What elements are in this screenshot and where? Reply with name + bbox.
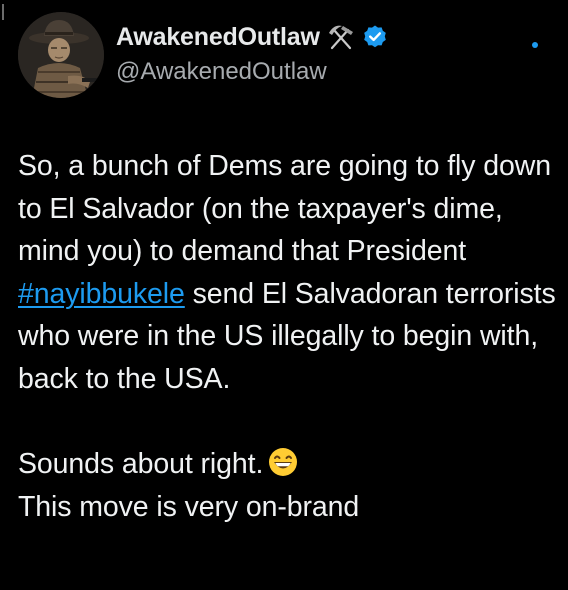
name-row: AwakenedOutlaw — [116, 22, 388, 52]
tweet-text: So, a bunch of Dems are going to fly dow… — [18, 145, 558, 528]
display-name[interactable]: AwakenedOutlaw — [116, 23, 320, 52]
line-two-text: Sounds about right. — [18, 448, 264, 481]
tweet-paragraph-main: So, a bunch of Dems are going to fly dow… — [18, 145, 558, 401]
hammer-and-pick-icon — [326, 22, 356, 52]
grinning-face-emoji — [267, 446, 299, 478]
avatar[interactable] — [18, 12, 104, 98]
handle[interactable]: @AwakenedOutlaw — [116, 58, 327, 86]
more-options-dot[interactable] — [532, 42, 538, 48]
tweet-line-three: This move is very on-brand — [18, 490, 360, 523]
verified-badge-icon[interactable] — [362, 24, 388, 50]
hashtag-link[interactable]: #nayibbukele — [18, 278, 185, 310]
tweet-line-two: Sounds about right. — [18, 443, 558, 486]
tweet-header: AwakenedOutlaw @AwakenedOutlaw — [18, 12, 556, 102]
cowboy-portrait-avatar — [18, 12, 104, 98]
edge-mark — [2, 4, 4, 20]
tweet-text-before-hashtag: So, a bunch of Dems are going to fly dow… — [18, 150, 551, 268]
